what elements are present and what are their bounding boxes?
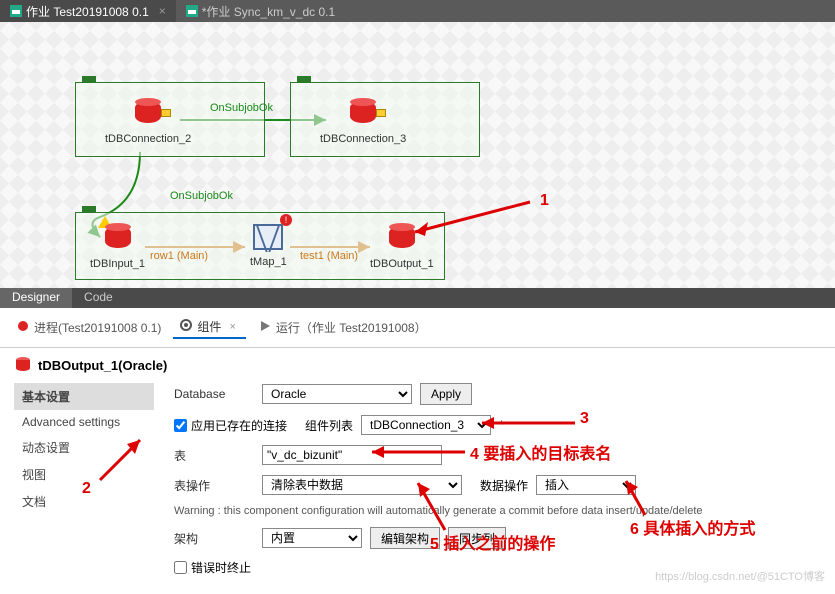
database-select[interactable]: Oracle <box>262 384 412 404</box>
die-on-error-label: 错误时终止 <box>191 559 251 576</box>
database-label: Database <box>174 387 254 401</box>
side-tab-view[interactable]: 视图 <box>14 461 154 488</box>
node-label: tDBConnection_3 <box>320 133 406 145</box>
annotation-1: 1 <box>540 192 549 210</box>
editor-tabs: 作业 Test20191008 0.1 × *作业 Sync_km_v_dc 0… <box>0 0 835 22</box>
schema-select[interactable]: 内置 <box>262 528 362 548</box>
die-on-error-checkbox[interactable] <box>174 561 187 574</box>
form-area: Database Oracle Apply 应用已存在的连接 组件列表 tDBC… <box>154 383 821 586</box>
warning-text: Warning : this component configuration w… <box>174 505 821 517</box>
table-op-label: 表操作 <box>174 477 254 494</box>
edge-label: test1 (Main) <box>300 250 358 262</box>
edit-schema-button[interactable]: 编辑架构 <box>370 527 440 549</box>
side-tab-doc[interactable]: 文档 <box>14 488 154 515</box>
side-tab-basic[interactable]: 基本设置 <box>14 383 154 410</box>
node-tmap1[interactable]: ! tMap_1 <box>250 222 287 268</box>
play-icon <box>258 319 272 336</box>
tab-job-1[interactable]: 作业 Test20191008 0.1 × <box>0 0 176 22</box>
table-label: 表 <box>174 447 254 464</box>
schema-label: 架构 <box>174 530 254 547</box>
side-tabs: 基本设置 Advanced settings 动态设置 视图 文档 <box>14 383 154 586</box>
side-tab-advanced[interactable]: Advanced settings <box>14 410 154 434</box>
design-mode-tabs: Designer Code <box>0 288 835 308</box>
view-run[interactable]: 运行（作业 Test20191008） <box>252 317 433 338</box>
process-icon <box>16 319 30 336</box>
tab-label: 作业 Test20191008 0.1 <box>26 3 149 20</box>
node-tdboutput1[interactable]: tDBOutput_1 <box>370 222 434 270</box>
views-bar: 进程(Test20191008 0.1) 组件 × 运行（作业 Test2019… <box>0 308 835 348</box>
watermark: https://blog.csdn.net/@51CTO博客 <box>655 568 825 584</box>
view-label: 组件 <box>197 318 221 335</box>
node-label: tDBInput_1 <box>90 258 145 270</box>
db-icon <box>14 356 32 375</box>
node-label: tMap_1 <box>250 256 287 268</box>
table-op-select[interactable]: 清除表中数据 <box>262 475 462 495</box>
required-mark: * <box>499 418 504 432</box>
view-label: 进程(Test20191008 0.1) <box>34 319 161 336</box>
view-process[interactable]: 进程(Test20191008 0.1) <box>10 317 167 338</box>
edge-label: row1 (Main) <box>150 250 208 262</box>
panel-title-text: tDBOutput_1(Oracle) <box>38 358 167 373</box>
node-label: tDBOutput_1 <box>370 258 434 270</box>
node-tdbinput1[interactable]: tDBInput_1 <box>90 222 145 270</box>
table-input[interactable] <box>262 445 442 465</box>
sync-columns-button[interactable]: 同步列 <box>448 527 506 549</box>
edge-label: OnSubjobOk <box>170 190 233 202</box>
design-canvas[interactable]: tDBConnection_2 tDBConnection_3 tDBInput… <box>0 22 835 288</box>
edge-label: OnSubjobOk <box>210 102 273 114</box>
tab-label: *作业 Sync_km_v_dc 0.1 <box>202 3 335 20</box>
node-label: tDBConnection_2 <box>105 133 191 145</box>
node-tdbconnection2[interactable]: tDBConnection_2 <box>105 97 191 145</box>
conn-list-select[interactable]: tDBConnection_3 <box>361 415 491 435</box>
side-tab-dynamic[interactable]: 动态设置 <box>14 434 154 461</box>
component-panel: tDBOutput_1(Oracle) 基本设置 Advanced settin… <box>0 348 835 594</box>
tab-job-2[interactable]: *作业 Sync_km_v_dc 0.1 <box>176 0 345 22</box>
data-op-label: 数据操作 <box>480 477 528 494</box>
apply-button[interactable]: Apply <box>420 383 472 405</box>
view-component[interactable]: 组件 × <box>173 316 245 339</box>
node-tdbconnection3[interactable]: tDBConnection_3 <box>320 97 406 145</box>
close-icon[interactable]: × <box>225 321 239 333</box>
close-icon[interactable]: × <box>159 4 166 18</box>
job-icon <box>10 5 22 17</box>
tab-designer[interactable]: Designer <box>0 288 72 308</box>
data-op-select[interactable]: 插入 <box>536 475 636 495</box>
view-label: 运行（作业 Test20191008） <box>276 319 427 336</box>
job-icon <box>186 5 198 17</box>
tab-code[interactable]: Code <box>72 288 125 308</box>
component-icon <box>179 318 193 335</box>
use-existing-label: 应用已存在的连接 <box>191 417 287 434</box>
conn-list-label: 组件列表 <box>305 417 353 434</box>
use-existing-checkbox[interactable] <box>174 419 187 432</box>
panel-title: tDBOutput_1(Oracle) <box>14 356 821 375</box>
